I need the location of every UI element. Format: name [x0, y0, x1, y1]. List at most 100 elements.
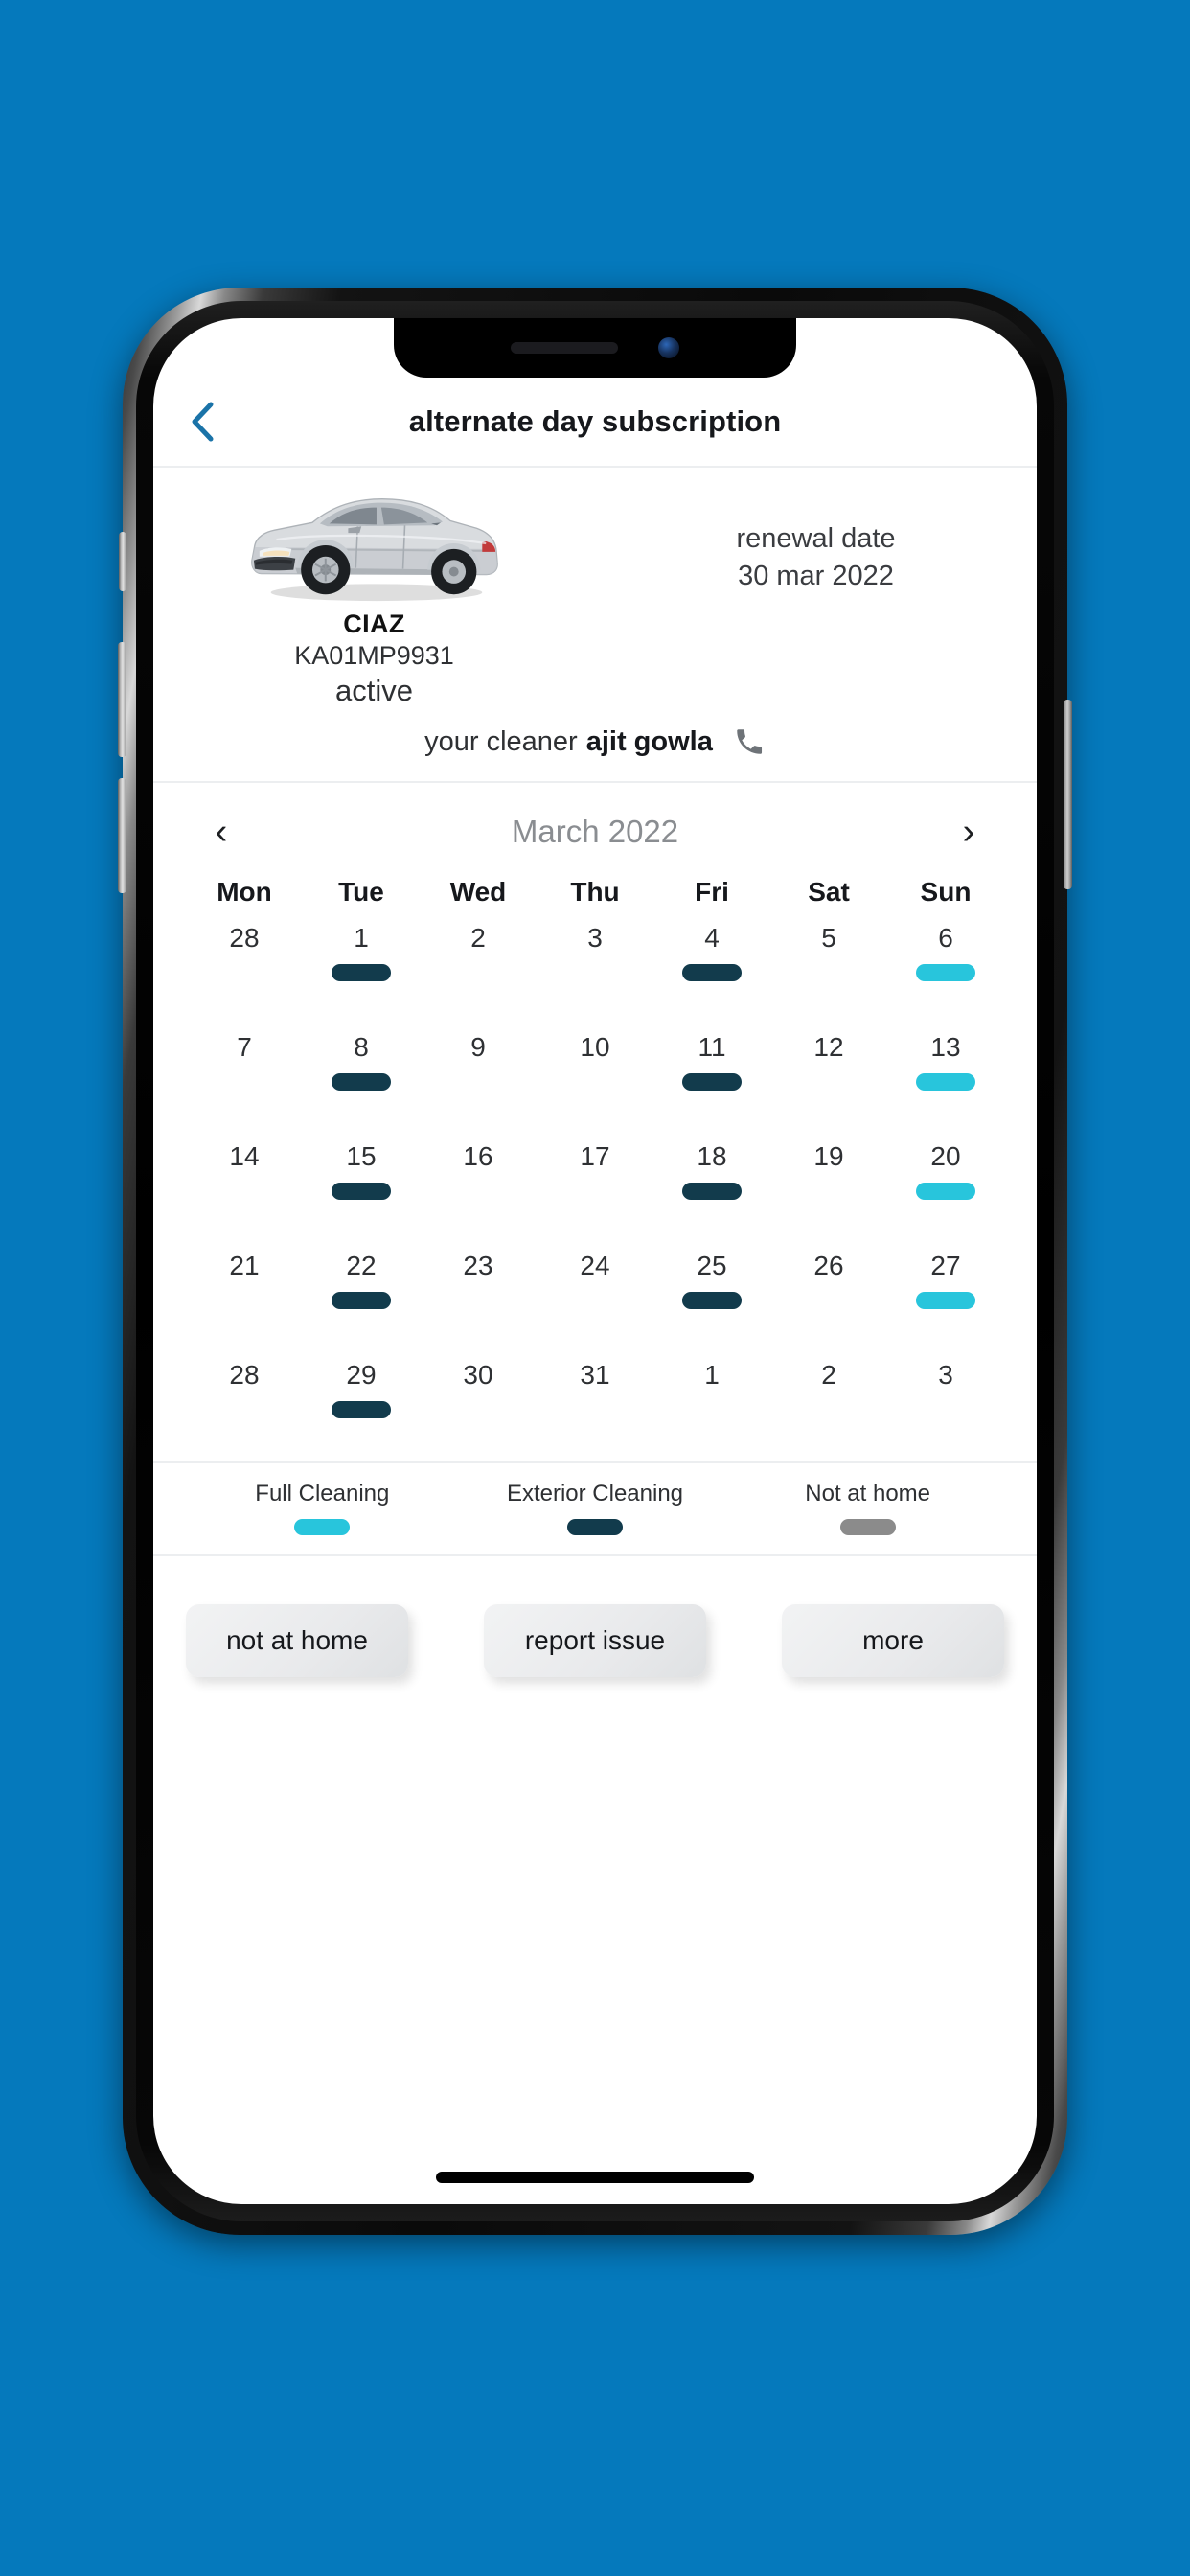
more-button[interactable]: more [782, 1604, 1004, 1677]
calendar-day-cell[interactable]: 12 [770, 1024, 887, 1134]
calendar-day-number: 3 [587, 923, 603, 953]
calendar-day-cell[interactable]: 19 [770, 1134, 887, 1243]
calendar-day-cell[interactable]: 18 [653, 1134, 770, 1243]
home-indicator[interactable] [436, 2172, 754, 2183]
calendar-day-number: 21 [229, 1251, 260, 1280]
calendar-day-number: 5 [821, 923, 836, 953]
vehicle-model: CIAZ [343, 610, 405, 638]
renewal-info: renewal date 30 mar 2022 [595, 481, 1037, 592]
calendar-day-cell[interactable]: 13 [887, 1024, 1004, 1134]
report-issue-button[interactable]: report issue [484, 1604, 706, 1677]
calendar-day-number: 28 [229, 1360, 260, 1390]
calendar-day-marker-none [565, 964, 625, 981]
weekday-label: Sat [808, 877, 850, 907]
calendar-day-marker-full [916, 1183, 975, 1200]
calendar-day-cell[interactable]: 28 [186, 1352, 303, 1461]
calendar-day-cell[interactable]: 24 [537, 1243, 653, 1352]
not-at-home-button[interactable]: not at home [186, 1604, 408, 1677]
calendar-day-cell[interactable]: 16 [420, 1134, 537, 1243]
back-button[interactable] [176, 396, 228, 448]
calendar-day-cell[interactable]: 28 [186, 915, 303, 1024]
calendar-legend: Full Cleaning Exterior Cleaning Not at hom… [153, 1461, 1037, 1556]
calendar-day-cell[interactable]: 2 [420, 915, 537, 1024]
calendar-day-cell[interactable]: 6 [887, 915, 1004, 1024]
calendar-day-marker-none [916, 1401, 975, 1418]
calendar-day-cell[interactable]: 9 [420, 1024, 537, 1134]
calendar-day-cell[interactable]: 29 [303, 1352, 420, 1461]
calendar-day-number: 27 [930, 1251, 961, 1280]
calendar-day-cell[interactable]: 30 [420, 1352, 537, 1461]
volume-up-button[interactable] [118, 642, 126, 757]
calendar-day-cell[interactable]: 23 [420, 1243, 537, 1352]
calendar-day-marker-none [799, 1183, 858, 1200]
calendar-day-cell[interactable]: 3 [537, 915, 653, 1024]
calendar-day-number: 25 [697, 1251, 727, 1280]
calendar-day-grid: 28 1 2 3 4 5 6 7 8 9 10 11 12 13 14 15 16 17 18 19 20 21 22 23 2… [186, 915, 1004, 1461]
mute-switch-button[interactable] [119, 532, 126, 591]
vehicle-identity: CIAZ KA01MP9931 active [153, 481, 595, 708]
calendar-day-cell[interactable]: 31 [537, 1352, 653, 1461]
calendar-day-number: 31 [580, 1360, 610, 1390]
calendar-day-number: 30 [463, 1360, 493, 1390]
phone-icon[interactable] [733, 725, 766, 758]
calendar-day-cell[interactable]: 14 [186, 1134, 303, 1243]
legend-label: Full Cleaning [255, 1481, 390, 1506]
calendar-day-number: 3 [938, 1360, 953, 1390]
chevron-left-icon [192, 402, 214, 442]
calendar-day-cell[interactable]: 2 [770, 1352, 887, 1461]
calendar-section: ‹ March 2022 › Mon Tue Wed Thu Fri Sat Sun 28 1… [153, 783, 1037, 1461]
power-button[interactable] [1064, 700, 1072, 889]
calendar-day-cell[interactable]: 7 [186, 1024, 303, 1134]
calendar-day-marker-none [799, 1073, 858, 1091]
calendar-day-cell[interactable]: 25 [653, 1243, 770, 1352]
next-month-button[interactable]: › [945, 808, 993, 856]
calendar-day-cell[interactable]: 11 [653, 1024, 770, 1134]
calendar-day-cell[interactable]: 4 [653, 915, 770, 1024]
weekday-label: Thu [570, 877, 620, 907]
calendar-day-marker-exterior [332, 1183, 391, 1200]
renewal-date: 30 mar 2022 [738, 561, 894, 591]
calendar-day-cell[interactable]: 27 [887, 1243, 1004, 1352]
phone-device-frame: alternate day subscription CIAZ KA01MP99… [118, 288, 1072, 2235]
calendar-day-number: 28 [229, 923, 260, 953]
calendar-day-marker-none [565, 1292, 625, 1309]
legend-swatch [566, 1519, 623, 1535]
calendar-day-number: 22 [346, 1251, 377, 1280]
calendar-day-cell[interactable]: 3 [887, 1352, 1004, 1461]
page-title: alternate day subscription [408, 404, 782, 438]
calendar-day-cell[interactable]: 1 [653, 1352, 770, 1461]
calendar-day-marker-full [916, 964, 975, 981]
month-label: March 2022 [511, 814, 679, 849]
calendar-day-marker-full [916, 1292, 975, 1309]
calendar-day-marker-none [565, 1073, 625, 1091]
calendar-day-cell[interactable]: 20 [887, 1134, 1004, 1243]
calendar-day-cell[interactable]: 5 [770, 915, 887, 1024]
legend-swatch [294, 1519, 351, 1535]
calendar-day-marker-full [916, 1073, 975, 1091]
action-button-row: not at home report issue more [153, 1556, 1037, 1677]
calendar-day-cell[interactable]: 26 [770, 1243, 887, 1352]
calendar-day-number: 11 [698, 1032, 726, 1062]
legend-item: Not at home [731, 1481, 1004, 1535]
calendar-day-cell[interactable]: 17 [537, 1134, 653, 1243]
volume-down-button[interactable] [118, 778, 126, 893]
calendar-day-cell[interactable]: 15 [303, 1134, 420, 1243]
calendar-day-marker-exterior [332, 1401, 391, 1418]
renewal-label: renewal date [736, 523, 896, 554]
calendar-day-marker-exterior [332, 964, 391, 981]
calendar-day-marker-exterior [682, 1073, 742, 1091]
cleaner-row: your cleaner ajit gowla [153, 708, 1037, 783]
calendar-day-cell[interactable]: 8 [303, 1024, 420, 1134]
calendar-day-marker-exterior [682, 1183, 742, 1200]
phone-notch [394, 318, 796, 378]
calendar-day-cell[interactable]: 21 [186, 1243, 303, 1352]
calendar-day-marker-none [448, 964, 508, 981]
calendar-day-cell[interactable]: 1 [303, 915, 420, 1024]
calendar-day-number: 24 [580, 1251, 610, 1280]
phone-screen: alternate day subscription CIAZ KA01MP99… [153, 318, 1037, 2204]
calendar-day-number: 26 [813, 1251, 844, 1280]
calendar-day-number: 9 [470, 1032, 486, 1062]
calendar-day-cell[interactable]: 10 [537, 1024, 653, 1134]
prev-month-button[interactable]: ‹ [197, 808, 245, 856]
calendar-day-cell[interactable]: 22 [303, 1243, 420, 1352]
